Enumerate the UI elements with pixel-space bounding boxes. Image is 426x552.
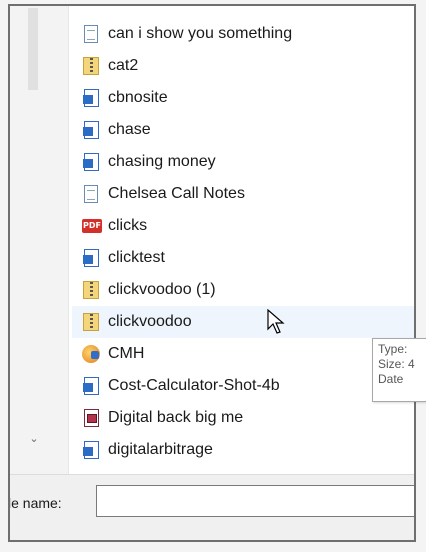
file-name: can i show you something <box>108 25 293 42</box>
zip-folder-icon <box>82 56 100 76</box>
file-name: clickvoodoo <box>108 313 192 330</box>
scroll-down-arrow[interactable]: ⌄ <box>26 432 42 446</box>
file-row[interactable]: Digital back big me <box>72 402 414 434</box>
file-name: chase <box>108 121 151 138</box>
scrollbar-thumb[interactable] <box>28 8 38 90</box>
file-row[interactable]: chasing money <box>72 146 414 178</box>
filename-bar: le name: <box>8 474 414 540</box>
media-app-icon <box>82 344 100 364</box>
navigation-pane: ⌄ <box>10 6 69 474</box>
file-row[interactable]: CMH <box>72 338 414 370</box>
file-name: cat2 <box>108 57 139 74</box>
file-name: Chelsea Call Notes <box>108 185 245 202</box>
file-row[interactable]: Chelsea Call Notes <box>72 178 414 210</box>
file-row[interactable]: clickvoodoo (1) <box>72 274 414 306</box>
tooltip-date: Date <box>378 372 404 386</box>
word-document-icon <box>82 120 100 140</box>
tooltip-size: Size: 4 <box>378 357 415 371</box>
pdf-icon <box>82 216 102 236</box>
file-row[interactable]: digitalarbitrage <box>72 434 414 466</box>
file-row[interactable]: chase <box>72 114 414 146</box>
file-row[interactable]: clicktest <box>72 242 414 274</box>
zip-folder-icon <box>82 280 100 300</box>
file-name: clickvoodoo (1) <box>108 281 216 298</box>
file-row[interactable]: can i show you something <box>72 18 414 50</box>
file-dialog: ⌄ can i show you something cat2 cbnosite… <box>8 4 416 542</box>
file-name: CMH <box>108 345 145 362</box>
zip-folder-icon <box>82 312 100 332</box>
file-name: Cost-Calculator-Shot-4b <box>108 377 280 394</box>
tooltip-type: Type: <box>378 342 408 356</box>
word-document-icon <box>82 248 100 268</box>
file-name: clicks <box>108 217 148 234</box>
file-info-tooltip: Type: Size: 4 Date <box>372 338 426 402</box>
file-list: can i show you something cat2 cbnosite c… <box>72 18 414 466</box>
file-name: clicktest <box>108 249 165 266</box>
file-row-hovered[interactable]: clickvoodoo <box>72 306 414 338</box>
file-name: cbnosite <box>108 89 168 106</box>
image-document-icon <box>82 408 100 428</box>
file-row[interactable]: cat2 <box>72 50 414 82</box>
word-document-icon <box>82 152 100 172</box>
filename-label: le name: <box>8 495 62 511</box>
text-document-icon <box>82 184 100 204</box>
word-document-icon <box>82 440 100 460</box>
file-name: chasing money <box>108 153 216 170</box>
file-row[interactable]: clicks <box>72 210 414 242</box>
file-row[interactable]: Cost-Calculator-Shot-4b <box>72 370 414 402</box>
file-name: Digital back big me <box>108 409 244 426</box>
text-document-icon <box>82 24 100 44</box>
filename-input[interactable] <box>96 485 414 517</box>
word-document-icon <box>82 376 100 396</box>
mouse-pointer-icon <box>267 309 285 334</box>
file-row[interactable]: cbnosite <box>72 82 414 114</box>
file-name: digitalarbitrage <box>108 441 213 458</box>
word-document-icon <box>82 88 100 108</box>
